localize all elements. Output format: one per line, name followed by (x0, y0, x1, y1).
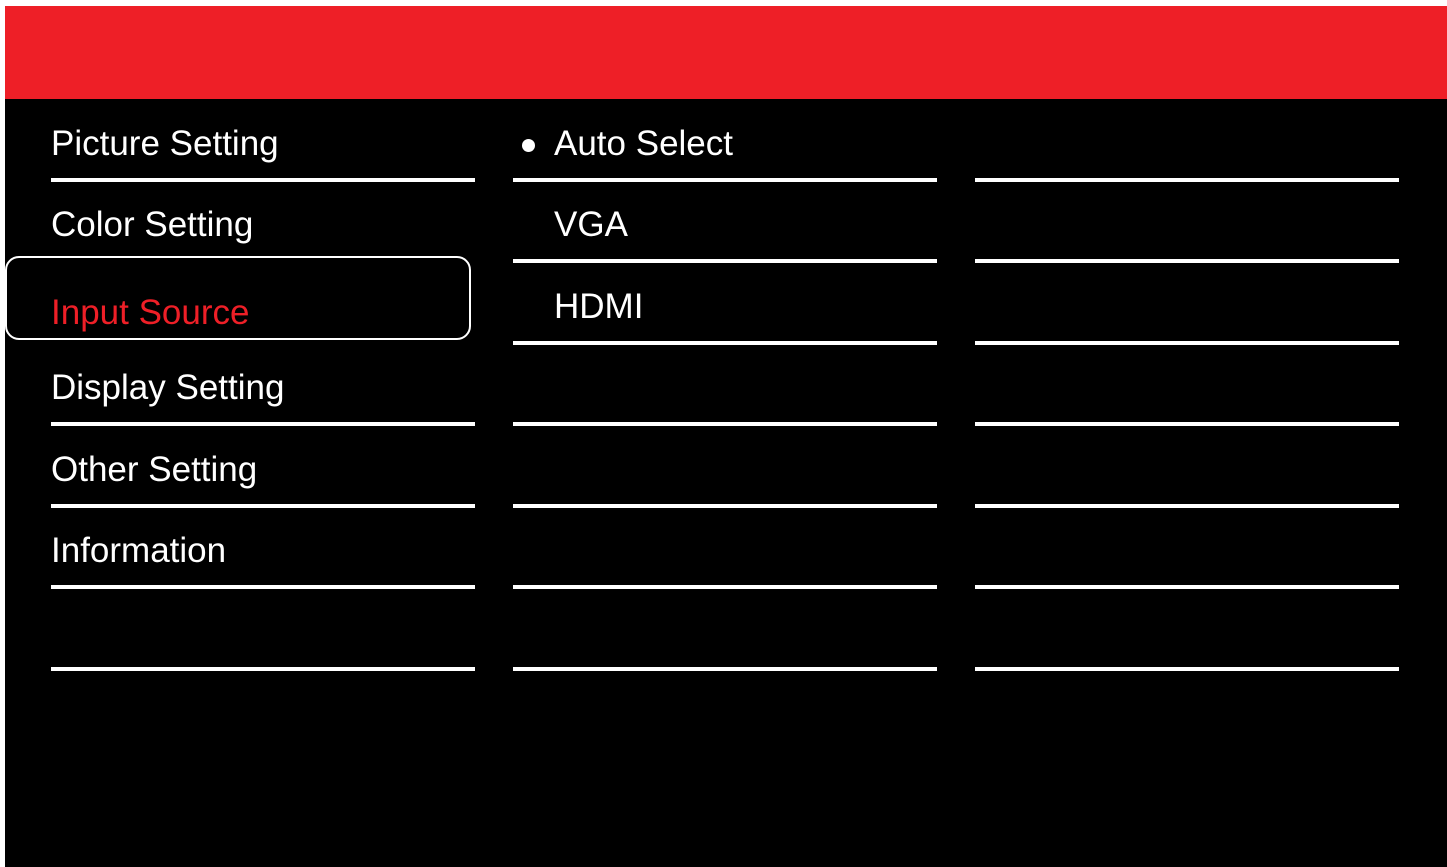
submenu-item-label: VGA (554, 205, 628, 244)
osd-menu: Picture Setting Color Setting Input Sour… (5, 6, 1447, 867)
menu-item-label-selected: Input Source (51, 293, 250, 332)
option-item-empty (975, 181, 1399, 263)
menu-item-display-setting[interactable]: Display Setting (51, 344, 475, 426)
option-item-empty (975, 263, 1399, 345)
divider (975, 667, 1399, 671)
submenu-item-vga[interactable]: VGA (513, 181, 937, 263)
menu-item-color-setting[interactable]: Color Setting (51, 181, 475, 263)
header-bar (5, 6, 1447, 99)
divider (513, 667, 937, 671)
submenu-item-label: Auto Select (554, 124, 733, 163)
divider (51, 667, 475, 671)
submenu-item-empty (513, 507, 937, 589)
submenu-item-empty (513, 344, 937, 426)
option-item-empty (975, 100, 1399, 182)
submenu-item-empty (513, 589, 937, 671)
submenu-item-label: HDMI (554, 287, 644, 326)
menu-item-label: Picture Setting (51, 124, 279, 163)
option-item-empty (975, 344, 1399, 426)
option-item-empty (975, 426, 1399, 508)
menu-item-label: Other Setting (51, 450, 258, 489)
menu-item-label: Information (51, 531, 227, 570)
option-item-empty (975, 589, 1399, 671)
option-item-empty (975, 507, 1399, 589)
menu-item-label: Display Setting (51, 368, 285, 407)
menu-item-information[interactable]: Information (51, 507, 475, 589)
menu-item-picture-setting[interactable]: Picture Setting (51, 100, 475, 182)
menu-item-empty (51, 589, 475, 671)
submenu-item-hdmi[interactable]: HDMI (513, 263, 937, 345)
bullet-icon (522, 139, 535, 152)
submenu-item-empty (513, 426, 937, 508)
submenu-item-auto-select[interactable]: Auto Select (513, 100, 937, 182)
menu-item-label: Color Setting (51, 205, 254, 244)
menu-item-other-setting[interactable]: Other Setting (51, 426, 475, 508)
